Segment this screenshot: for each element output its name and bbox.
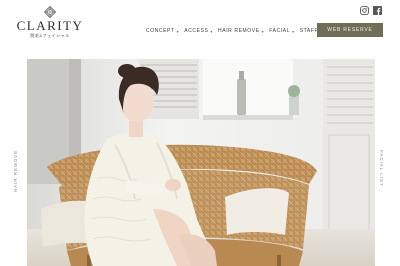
social-links xyxy=(360,6,382,15)
hero-photo xyxy=(27,59,375,266)
side-label-facial-list[interactable]: FACIAL LIST xyxy=(379,150,384,187)
nav-item-label: ACCESS xyxy=(184,28,209,34)
nav-item-facial[interactable]: FACIAL ▾ xyxy=(269,28,294,34)
chevron-down-icon: ▾ xyxy=(210,28,214,34)
brand-name: CLARITY xyxy=(16,18,84,33)
nav-item-staff[interactable]: STAFF xyxy=(300,28,318,34)
nav-item-access[interactable]: ACCESS ▾ xyxy=(184,28,213,34)
nav-item-label: STAFF xyxy=(299,28,319,34)
facebook-icon[interactable] xyxy=(373,6,382,15)
chevron-down-icon: ▾ xyxy=(292,28,295,34)
instagram-icon[interactable] xyxy=(360,6,369,15)
nav-item-label: FACIAL xyxy=(269,28,291,34)
nav-item-hair-remove[interactable]: HAIR REMOVE ▾ xyxy=(218,28,264,34)
chevron-down-icon: ▾ xyxy=(176,28,180,34)
nav-item-label: HAIR REMOVE xyxy=(218,28,260,34)
side-label-hair-remove[interactable]: HAIR REMOVE xyxy=(13,150,18,192)
brand-logo[interactable]: CLARITY 脱毛&フェイシャル xyxy=(14,6,86,39)
diamond-logo-icon xyxy=(44,6,56,18)
hero-image xyxy=(27,59,375,266)
main-nav: CONCEPT ▾ ACCESS ▾ HAIR REMOVE ▾ FACIAL … xyxy=(146,28,318,34)
web-reserve-button[interactable]: WEB RESERVE xyxy=(317,23,383,37)
chevron-down-icon: ▾ xyxy=(261,28,265,34)
nav-item-concept[interactable]: CONCEPT ▾ xyxy=(146,28,179,34)
nav-item-label: CONCEPT xyxy=(146,28,175,34)
brand-subtitle: 脱毛&フェイシャル xyxy=(30,33,70,38)
